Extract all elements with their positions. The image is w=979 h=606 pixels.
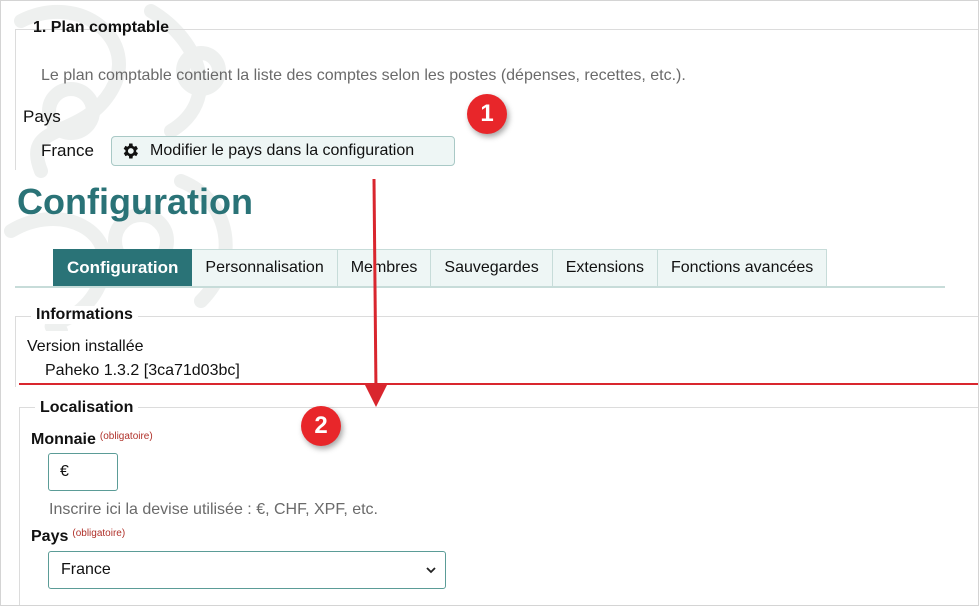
currency-value: € <box>60 463 69 480</box>
page-title: Configuration <box>17 181 253 222</box>
crop-divider-line <box>19 383 978 385</box>
version-label: Version installée <box>27 338 144 355</box>
tab-membres[interactable]: Membres <box>337 249 432 287</box>
country-select-value: France <box>61 561 111 578</box>
required-tag: (obligatoire) <box>99 431 153 442</box>
tab-sauvegardes[interactable]: Sauvegardes <box>431 249 553 287</box>
tab-configuration[interactable]: Configuration <box>53 249 193 287</box>
modify-country-button-label: Modifier le pays dans la configuration <box>150 142 415 159</box>
localisation-legend: Localisation <box>35 399 139 417</box>
tab-fonctions-avancees[interactable]: Fonctions avancées <box>657 249 828 287</box>
plan-comptable-legend: 1. Plan comptable <box>33 19 170 36</box>
config-tabs: Configuration Personnalisation Membres S… <box>53 249 828 287</box>
plan-comptable-description: Le plan comptable contient la liste des … <box>41 67 686 84</box>
tab-extensions[interactable]: Extensions <box>552 249 658 287</box>
monnaie-label-text: Monnaie <box>31 431 96 448</box>
annotation-badge-1: 1 <box>467 94 507 134</box>
modify-country-button[interactable]: Modifier le pays dans la configuration <box>111 136 455 166</box>
required-tag: (obligatoire) <box>72 528 126 539</box>
informations-legend: Informations <box>31 306 138 324</box>
pays-value: France <box>41 141 94 160</box>
tab-personnalisation[interactable]: Personnalisation <box>192 249 338 287</box>
country-select[interactable]: France <box>48 551 446 589</box>
tab-underline <box>15 286 945 288</box>
version-value: Paheko 1.3.2 [3ca71d03bc] <box>45 362 240 379</box>
screenshot-frame: 1. Plan comptable Le plan comptable cont… <box>0 0 979 606</box>
pays-label: Pays <box>23 107 61 126</box>
pays-field-label-text: Pays <box>31 528 69 545</box>
monnaie-label: Monnaie (obligatoire) <box>31 431 153 449</box>
pays-field-label: Pays (obligatoire) <box>31 528 125 546</box>
annotation-badge-2: 2 <box>301 406 341 446</box>
chevron-down-icon <box>426 567 436 574</box>
gear-icon <box>123 143 138 159</box>
currency-help-text: Inscrire ici la devise utilisée : €, CHF… <box>49 501 378 518</box>
currency-input[interactable]: € <box>48 453 118 491</box>
